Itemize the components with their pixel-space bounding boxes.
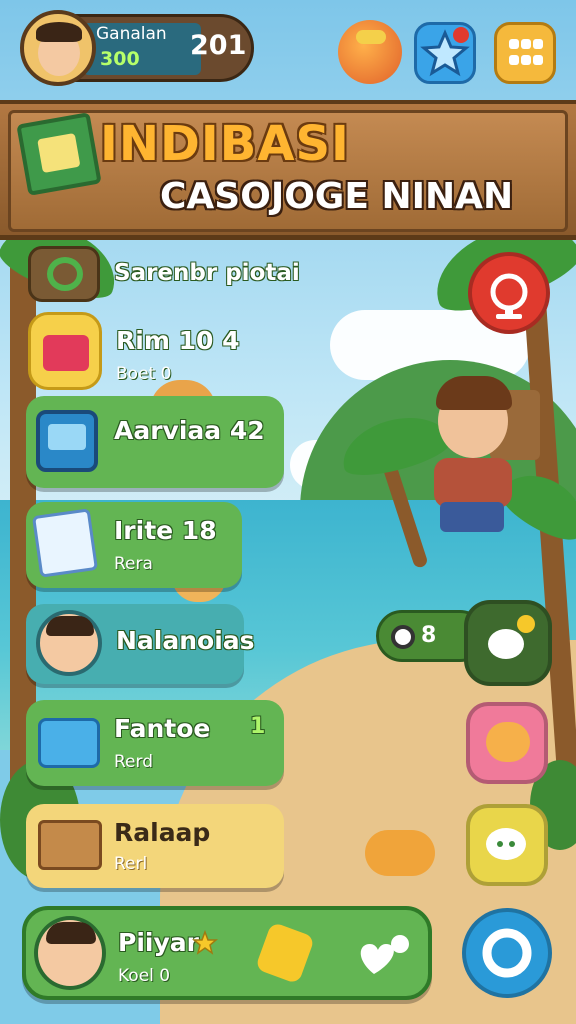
- grid-menu-button[interactable]: [494, 22, 556, 84]
- list-item[interactable]: Aarviaa 42: [26, 396, 284, 488]
- chat-icon: [488, 615, 535, 659]
- list-item[interactable]: Rim 10 4 Boet 0: [28, 312, 239, 394]
- list-item-sub: Boet 0: [116, 364, 172, 384]
- settings-ring-icon: [482, 928, 532, 978]
- avatar: [34, 916, 106, 990]
- list-item-sub: Rera: [114, 554, 153, 574]
- star-button[interactable]: [414, 22, 476, 84]
- game-title: INDIBASI: [100, 116, 350, 172]
- chat-button[interactable]: [464, 600, 552, 686]
- player-avatar[interactable]: [20, 10, 96, 86]
- counter-value: 8: [421, 623, 437, 648]
- document-icon: [31, 508, 99, 578]
- list-item-label: Aarviaa 42: [114, 416, 265, 445]
- star-icon: [420, 27, 470, 77]
- alarm-icon: [490, 273, 528, 319]
- coin-count: 201: [190, 30, 247, 61]
- photo-icon: [36, 410, 98, 472]
- list-item-label: Irite 18: [114, 516, 217, 545]
- eye-icon: [391, 625, 415, 649]
- player-score: 300: [100, 48, 140, 70]
- list-item-label: Sarenbr piotai: [114, 260, 300, 286]
- list-item-badge: 1: [250, 714, 266, 739]
- alarm-button[interactable]: [468, 252, 550, 334]
- avatar: [36, 610, 102, 676]
- list-item[interactable]: Sarenbr piotai: [28, 246, 300, 302]
- explorer-character: [410, 370, 540, 540]
- list-item-label: Ralaap: [114, 818, 211, 847]
- pet-icon: [486, 722, 530, 762]
- player-bar-label: Piiyar: [118, 928, 199, 957]
- player-bar[interactable]: Piiyar Koel 0: [22, 906, 432, 1000]
- list-item-label: Nalanoias: [116, 626, 255, 655]
- message-button[interactable]: [466, 804, 548, 886]
- list-item[interactable]: Fantoe 1 Rerd: [26, 700, 284, 786]
- list-item[interactable]: Nalanoias: [26, 604, 255, 684]
- game-subtitle: CASOJOGE NINAN: [160, 176, 514, 217]
- dog-character: [365, 830, 435, 876]
- player-bar-sub: Koel 0: [118, 966, 171, 986]
- list-item-sub: Rerl: [114, 854, 148, 874]
- list-item-label: Fantoe: [114, 714, 211, 743]
- cooler-box-icon: [38, 718, 100, 768]
- list-item[interactable]: Irite 18 Rera: [26, 502, 242, 588]
- crate-icon: [38, 820, 102, 870]
- lightning-icon[interactable]: [254, 921, 316, 985]
- message-icon: [486, 828, 526, 860]
- star-icon: [192, 930, 218, 955]
- gift-icon: [28, 312, 102, 390]
- list-item-label: Rim 10 4: [116, 326, 240, 355]
- player-name: Ganalan: [96, 24, 167, 44]
- top-bar: Ganalan 300 201: [0, 0, 576, 100]
- grid-menu-icon: [509, 39, 543, 65]
- list-item-sub: Rerd: [114, 752, 153, 772]
- fish-icon[interactable]: [338, 20, 402, 84]
- list-item[interactable]: Ralaap Rerl: [26, 804, 284, 888]
- heart-icon[interactable]: [352, 930, 412, 980]
- settings-button[interactable]: [462, 908, 552, 998]
- pet-button[interactable]: [466, 702, 548, 784]
- book-icon: [16, 112, 102, 196]
- rope-icon: [28, 246, 100, 302]
